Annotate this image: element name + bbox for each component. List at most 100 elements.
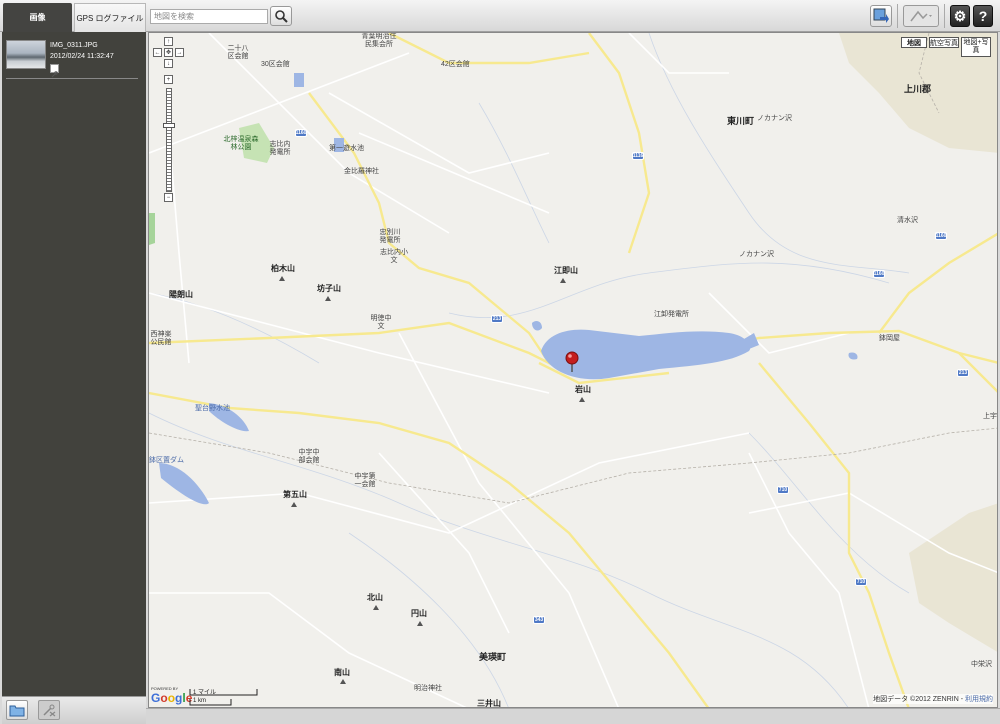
label-school: 志比内小文 [380,249,408,264]
route-shield: 343 [533,616,545,624]
sidebar-bottom-bar [2,696,146,724]
mountain-icon [279,276,285,281]
search-button[interactable] [270,6,292,26]
folder-icon [9,705,25,717]
label-mountain: 柏木山 [271,264,295,273]
label-place: 中宇第一会館 [354,473,376,488]
tab-images[interactable]: 画像 [3,3,72,32]
label-stream: ノカナン沢 [757,115,792,122]
toolbar-separator [897,4,898,28]
mountain-icon [340,679,346,684]
photo-thumbnail [6,40,46,69]
list-divider [6,78,138,79]
magnifier-icon [275,10,288,23]
label-kamikawa: 上川郡 [904,84,932,94]
geotag-icon [50,64,59,78]
label-place: 第一遊水池 [329,145,364,152]
label-stream: 清水沢 [897,217,918,224]
label-power-station: 江卸発電所 [654,311,689,318]
label-place: 30区会館 [261,61,290,68]
label-mountain: 円山 [411,609,427,618]
photo-list-item[interactable]: IMG_0311.JPG 2012/02/24 11:32:47 [6,40,138,80]
tab-gps-log[interactable]: GPS ログファイル [74,3,146,32]
map-type-satellite-button[interactable]: 航空写真 [929,37,959,48]
zoom-slider-thumb[interactable] [163,123,175,128]
route-shield: 213 [957,369,969,377]
map-view[interactable]: 東川町 上川郡 美瑛町 柏木山 陽朗山 坊子山 江即山 岩山 第五山 北山 円山… [148,32,998,708]
label-shrine: 明治神社 [414,685,442,692]
pan-up-button[interactable]: ↑ [164,37,173,46]
label-mountain: 坊子山 [317,284,341,293]
label-higashikawa: 東川町 [727,116,755,126]
remove-geotag-icon [43,704,56,717]
top-toolbar: 画像 GPS ログファイル ⚙ ? [0,0,1000,32]
zoom-in-button[interactable]: + [164,75,173,84]
toolbar-separator [944,4,945,28]
export-icon [873,8,889,23]
app-window: 画像 GPS ログファイル ⚙ ? IMG_0311.JPG 2012/02/2… [0,0,1000,724]
photo-datetime: 2012/02/24 11:32:47 [50,53,114,60]
open-folder-button[interactable] [6,700,28,720]
route-shield: 710 [777,486,789,494]
zoom-slider[interactable] [166,88,172,192]
label-stream: ノカナン沢 [739,251,774,258]
mountain-icon [325,296,331,301]
route-tool-button[interactable] [903,5,939,27]
label-mountain: 南山 [334,668,350,677]
route-shield: 1116 [632,152,644,160]
label-place: 中宇中部会館 [298,449,320,464]
label-place: 志比内発電所 [269,141,291,156]
status-bar [146,708,1000,724]
pan-left-button[interactable]: ← [153,48,162,57]
map-search-input[interactable] [150,9,268,24]
label-place: 鉢岡屋 [879,335,900,342]
label-stream: 中栄沢 [971,661,992,668]
label-school: 明徳中文 [370,315,392,330]
label-place: 忠別川発電所 [379,229,401,244]
zoom-out-button[interactable]: − [164,193,173,202]
label-mountain: 陽朗山 [169,290,193,299]
label-place: 二十八区会館 [227,45,249,60]
photo-list-panel: IMG_0311.JPG 2012/02/24 11:32:47 [2,32,146,696]
google-logo: Google [151,691,193,705]
map-type-hybrid-button[interactable]: 地図+写真 [961,37,991,57]
remove-geotag-button[interactable] [38,700,60,720]
mountain-icon [291,502,297,507]
label-biei: 美瑛町 [479,652,507,662]
terms-link[interactable]: 利用規約 [965,696,993,703]
route-shield: 1160 [295,129,307,137]
label-mountain: 第五山 [283,490,307,499]
label-place: 42区会館 [441,61,470,68]
route-shield: 710 [855,578,867,586]
copyright-text: 地図データ ©2012 ZENRIN - [873,696,965,703]
label-mountain: 北山 [367,593,383,602]
help-icon: ? [978,8,988,24]
label-place: 青葉明治住民集会所 [361,33,397,48]
mountain-icon [560,278,566,283]
map-type-map-button[interactable]: 地図 [901,37,927,48]
label-mountain: 江即山 [554,266,578,275]
settings-button[interactable]: ⚙ [950,5,970,27]
label-pond: 聖台野水池 [195,405,230,412]
photo-filename: IMG_0311.JPG [50,42,98,49]
help-button[interactable]: ? [973,5,993,27]
pan-center-button[interactable]: ✥ [164,48,173,57]
mountain-icon [373,605,379,610]
pan-right-button[interactable]: → [175,48,184,57]
route-shield: 213 [491,315,503,323]
export-location-button[interactable] [870,5,892,27]
label-place: 上宇 [983,413,997,420]
label-mountain: 三井山 [477,699,501,708]
label-place: 西神楽公民館 [150,331,172,346]
pan-down-button[interactable]: ↓ [164,59,173,68]
route-graph-icon [910,10,932,22]
mountain-icon [417,621,423,626]
label-dam: 鉢区置ダム [149,457,184,464]
gear-icon: ⚙ [953,7,967,24]
route-shield: 1160 [873,270,885,278]
photo-location-marker[interactable] [565,351,579,373]
label-place: 金比羅神社 [344,168,379,175]
label-mountain: 岩山 [575,385,591,394]
scale-miles: 1 マイル [193,690,217,696]
mountain-icon [579,397,585,402]
